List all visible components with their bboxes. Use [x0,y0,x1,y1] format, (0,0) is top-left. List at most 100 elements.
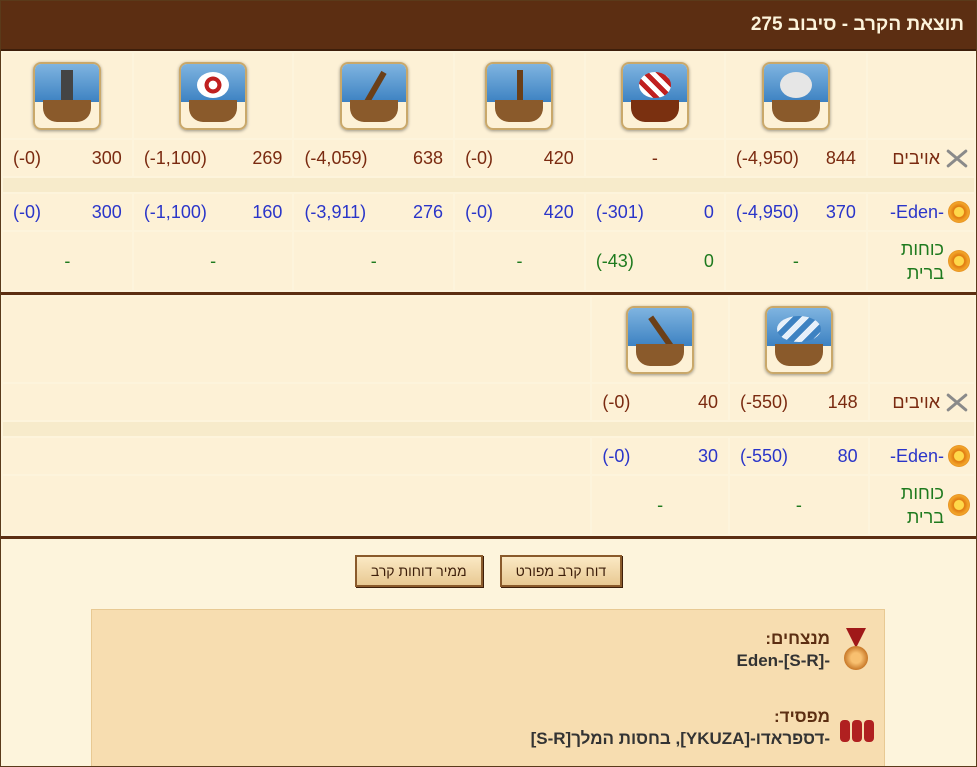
enemy-count: 40 [697,391,718,412]
eden-loss: (-1,100) [143,201,207,222]
winners-label: מנצחים: [765,629,830,648]
ally-text-line1: כוחות [900,483,944,503]
eden-crane-cell: (-0) 30 [592,446,728,467]
eden-paddle-cell: (-0) 420 [455,202,584,223]
winners-block: מנצחים: -Eden-[S-R] [737,628,875,674]
unit-paddle-ship-image [485,61,554,130]
ally-paddle-cell: - [455,232,584,290]
eden-count: 370 [825,201,856,222]
eden-count: 30 [697,445,718,466]
unit-ram-ship-image [761,61,830,130]
defeated-soldiers-icon [838,706,874,752]
label-spacer [869,297,974,382]
ally-text-line2: ברית [906,507,944,527]
enemy-loss: (-0) [465,147,494,168]
unit-fire-ship-image [620,61,689,130]
enemy-count: 420 [543,147,574,168]
unit-ballista-ship-image [179,61,248,130]
eden-fire-cell: (-301) 0 [586,202,724,223]
enemy-count: 269 [252,147,283,168]
eden-ballista-cell: (-1,100) 160 [134,202,293,223]
eden-loss: (-0) [602,445,631,466]
ally-fire-cell: (-43) 0 [586,251,724,272]
eden-loss: (-301) [595,201,644,222]
enemy-loss: (-1,100) [143,147,207,168]
eden-balloon-cell: (-550) 80 [730,446,868,467]
enemy-balloon-cell: (-550) 148 [730,392,868,413]
ally-medal-icon [948,250,970,272]
eden-catapult-cell: (-3,911) 276 [294,202,453,223]
row-spacer [3,422,974,436]
crossed-swords-icon [944,146,970,170]
unit-balloon-ship-image [764,305,833,374]
row-spacer [3,178,974,192]
enemy-catapult-cell: (-4,059) 638 [294,148,453,169]
unit-crane-ship-image [626,305,695,374]
ally-loss: (-43) [595,250,634,271]
enemies-label-2: אויבים [869,384,974,420]
eden-count: 276 [413,201,444,222]
report-converter-button[interactable]: ממיר דוחות קרב [354,555,483,587]
enemies-text: אויבים [892,147,940,168]
units-table-1: אויבים (-4,950) 844 - (-0) 420 (-4,059) 638… [1,51,976,292]
enemy-loss: (-4,059) [304,147,368,168]
eden-text: -Eden- [889,445,944,466]
enemy-count: 148 [827,391,858,412]
battle-result-box: מנצחים: -Eden-[S-R] מפסיד: -דספראדו-[YKU… [91,609,885,766]
enemy-loss: (-4,950) [735,147,799,168]
enemy-count: 300 [91,147,122,168]
enemy-ram-cell: (-4,950) 844 [726,148,866,169]
ally-ballista-cell: - [133,232,293,290]
enemy-count: 638 [413,147,444,168]
winners-value: -Eden-[S-R] [736,651,831,670]
report-buttons: דוח קרב מפורט ממיר דוחות קרב [1,555,976,587]
eden-count: 160 [252,201,283,222]
enemies-text: אויבים [892,391,940,412]
enemy-loss: (-550) [740,391,789,412]
ally-label: כוחות ברית [867,232,974,290]
eden-loss: (-550) [740,445,789,466]
loser-label: מפסיד: [774,707,830,726]
ally-count: 0 [703,250,714,271]
eden-loss: (-3,911) [304,201,367,222]
enemy-fire-cell: - [585,140,724,176]
unit-catapult-ship-image [339,61,408,130]
label-spacer [867,53,974,138]
empty-cell [3,476,591,534]
battle-result-window: תוצאת הקרב - סיבוב 275 אויבים (-4,950) 84… [0,0,977,767]
eden-loss: (-0) [465,201,494,222]
enemy-loss: (-0) [602,391,631,412]
ally-mortar-cell: - [3,232,132,290]
enemy-crane-cell: (-0) 40 [592,392,728,413]
enemy-mortar-cell: (-0) 300 [3,148,132,169]
eden-count: 300 [91,201,122,222]
eden-mortar-cell: (-0) 300 [3,202,132,223]
ally-ram-cell: - [725,232,866,290]
loser-value: -דספראדו-[YKUZA], בחסות המלך[S-R] [530,729,830,748]
crossed-swords-icon [944,390,970,414]
empty-area [3,297,591,382]
player-medal-icon [948,201,970,223]
ally-crane-cell: - [592,476,728,534]
winner-medal-icon [838,628,874,674]
units-table-2: אויבים (-550) 148 (-0) 40 -Eden- (-550) 80 … [1,295,976,536]
enemy-loss: (-0) [13,147,41,168]
eden-count: 80 [837,445,858,466]
enemy-ballista-cell: (-1,100) 269 [134,148,293,169]
ally-balloon-cell: - [730,476,868,534]
player-medal-icon [948,445,970,467]
eden-loss: (-4,950) [735,201,799,222]
eden-label: -Eden- [867,194,974,230]
enemy-paddle-cell: (-0) 420 [455,148,584,169]
empty-cell [3,438,591,474]
loser-block: מפסיד: -דספראדו-[YKUZA], בחסות המלך[S-R] [531,706,874,752]
eden-loss: (-0) [13,201,41,222]
eden-count: 0 [703,201,714,222]
section-divider-2 [1,536,976,539]
unit-mortar-ship-image [33,61,102,130]
ally-text-line2: ברית [906,263,944,283]
ally-medal-icon [948,494,970,516]
enemy-count: 844 [825,147,856,168]
eden-count: 420 [543,201,574,222]
detailed-report-button[interactable]: דוח קרב מפורט [499,555,623,587]
